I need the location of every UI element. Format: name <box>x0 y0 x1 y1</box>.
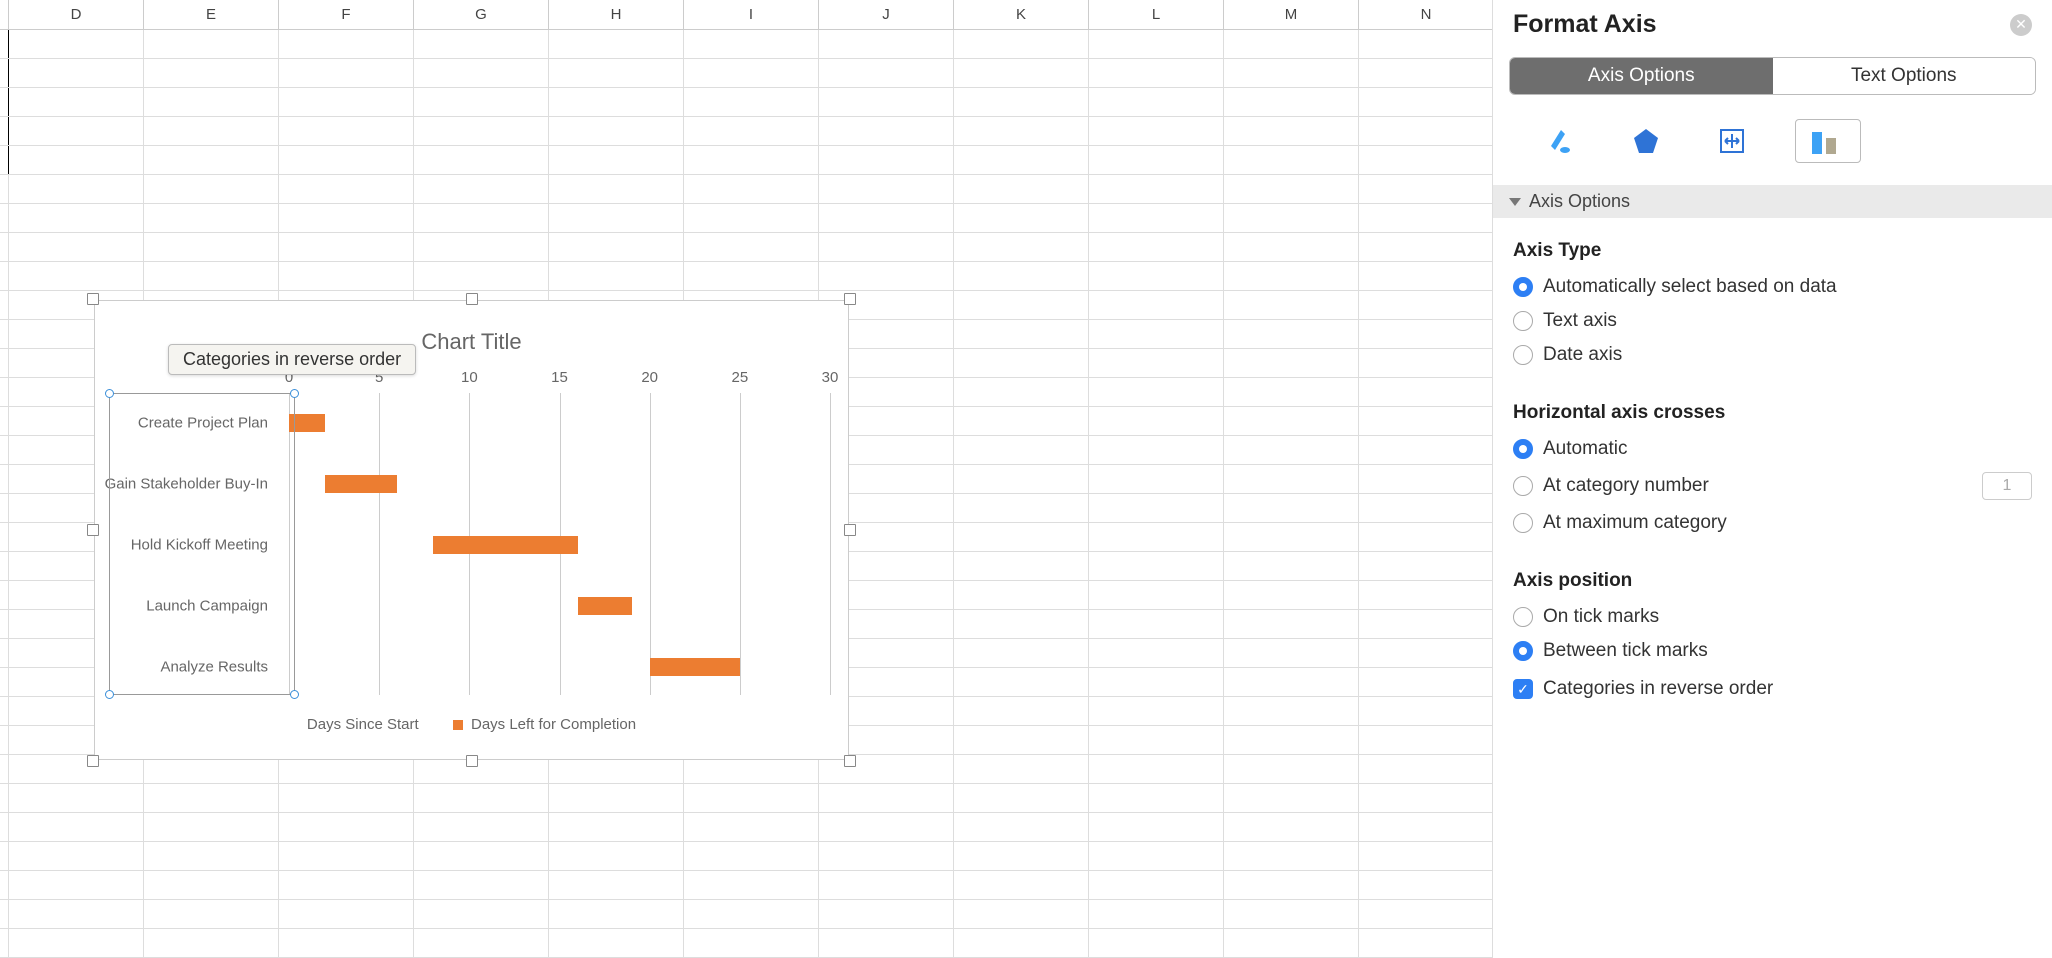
section-axis-options[interactable]: Axis Options <box>1493 185 2052 218</box>
checkbox-reverse-order[interactable]: ✓ Categories in reverse order <box>1513 678 2032 700</box>
checkbox-icon[interactable]: ✓ <box>1513 679 1533 699</box>
panel-title: Format Axis <box>1513 10 1657 39</box>
radio-auto-select[interactable]: Automatically select based on data <box>1513 276 2032 298</box>
axis-type-heading: Axis Type <box>1513 240 2032 262</box>
radio-crosses-at-category[interactable]: At category number <box>1513 472 2032 500</box>
disclosure-triangle-icon <box>1509 198 1521 206</box>
chart-plot-area[interactable]: Create Project PlanGain Stakeholder Buy-… <box>289 393 828 695</box>
seg-axis-options[interactable]: Axis Options <box>1510 58 1773 94</box>
radio-icon[interactable] <box>1513 476 1533 496</box>
radio-crosses-at-max[interactable]: At maximum category <box>1513 512 2032 534</box>
crosses-heading: Horizontal axis crosses <box>1513 402 2032 424</box>
radio-icon[interactable] <box>1513 345 1533 365</box>
category-number-input[interactable] <box>1982 472 2032 500</box>
radio-date-axis[interactable]: Date axis <box>1513 344 2032 366</box>
legend-swatch-icon <box>453 720 463 730</box>
options-segmented-control: Axis Options Text Options <box>1509 57 2036 95</box>
col-header[interactable]: K <box>954 0 1089 29</box>
fill-line-tab-icon[interactable] <box>1537 119 1583 163</box>
close-icon[interactable]: ✕ <box>2010 14 2032 36</box>
radio-between-tick-marks[interactable]: Between tick marks <box>1513 640 2032 662</box>
col-header[interactable]: I <box>684 0 819 29</box>
col-header[interactable]: N <box>1359 0 1494 29</box>
effects-tab-icon[interactable] <box>1623 119 1669 163</box>
radio-on-tick-marks[interactable]: On tick marks <box>1513 606 2032 628</box>
col-header[interactable]: G <box>414 0 549 29</box>
radio-icon[interactable] <box>1513 607 1533 627</box>
col-header[interactable]: D <box>9 0 144 29</box>
col-header[interactable]: J <box>819 0 954 29</box>
axis-options-tab-icon[interactable] <box>1795 119 1861 163</box>
col-header[interactable]: L <box>1089 0 1224 29</box>
radio-icon[interactable] <box>1513 439 1533 459</box>
radio-icon[interactable] <box>1513 641 1533 661</box>
radio-icon[interactable] <box>1513 277 1533 297</box>
col-header[interactable]: E <box>144 0 279 29</box>
legend-item[interactable]: Days Since Start <box>307 716 419 733</box>
tooltip: Categories in reverse order <box>168 344 416 375</box>
seg-text-options[interactable]: Text Options <box>1773 58 2036 94</box>
chart-legend[interactable]: Days Since Start Days Left for Completio… <box>95 716 848 733</box>
radio-icon[interactable] <box>1513 311 1533 331</box>
position-heading: Axis position <box>1513 570 2032 592</box>
radio-icon[interactable] <box>1513 513 1533 533</box>
format-axis-panel: Format Axis ✕ Axis Options Text Options … <box>1492 0 2052 958</box>
col-header[interactable]: F <box>279 0 414 29</box>
legend-item[interactable]: Days Left for Completion <box>471 716 636 733</box>
col-header[interactable]: M <box>1224 0 1359 29</box>
radio-crosses-auto[interactable]: Automatic <box>1513 438 2032 460</box>
column-headers: D E F G H I J K L M N <box>0 0 1492 30</box>
col-header[interactable]: H <box>549 0 684 29</box>
size-properties-tab-icon[interactable] <box>1709 119 1755 163</box>
radio-text-axis[interactable]: Text axis <box>1513 310 2032 332</box>
format-tabs <box>1493 113 2052 185</box>
